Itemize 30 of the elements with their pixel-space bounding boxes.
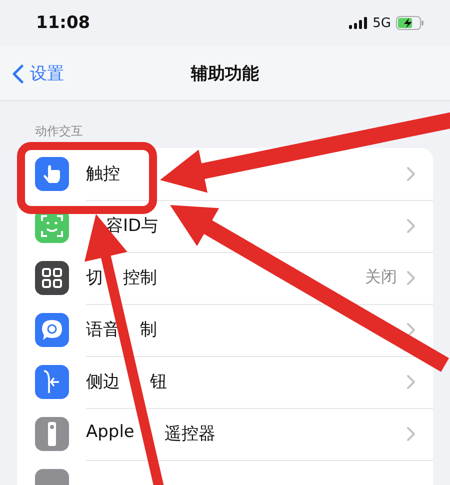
row-label: 钮 xyxy=(150,371,167,393)
signal-icon xyxy=(348,17,368,29)
chevron-icon xyxy=(407,166,415,180)
row-label: 语音 xyxy=(86,319,120,341)
side-button-icon xyxy=(35,365,69,399)
chevron-icon xyxy=(407,374,415,388)
network-label: 5G xyxy=(372,16,391,30)
row-label: 侧边 xyxy=(86,371,120,393)
chevron-icon xyxy=(407,426,415,440)
hand-pointer-icon xyxy=(35,157,69,191)
back-button[interactable]: 设置 xyxy=(8,58,68,89)
row-label: 切 xyxy=(86,267,103,289)
page-title: 辅助功能 xyxy=(191,62,259,84)
battery-icon xyxy=(396,16,424,30)
row-label: 制 xyxy=(140,319,157,341)
chevron-icon xyxy=(407,322,415,336)
section-header: 动作交互 xyxy=(34,123,84,140)
row-label: 触控 xyxy=(86,163,120,185)
chevron-icon xyxy=(407,218,415,232)
row-label: 控制 xyxy=(123,267,157,289)
row-value: 关闭 xyxy=(365,267,397,288)
row-label: Apple xyxy=(86,422,134,444)
status-time: 11:08 xyxy=(36,13,90,33)
row-label: 遥控器 xyxy=(164,423,216,445)
remote-icon xyxy=(35,417,69,451)
speech-bubble-icon xyxy=(35,313,69,347)
grid-icon xyxy=(35,261,69,295)
back-chevron-icon xyxy=(12,64,24,84)
chevron-icon xyxy=(407,270,415,284)
row-label: 容ID与 xyxy=(106,215,158,237)
